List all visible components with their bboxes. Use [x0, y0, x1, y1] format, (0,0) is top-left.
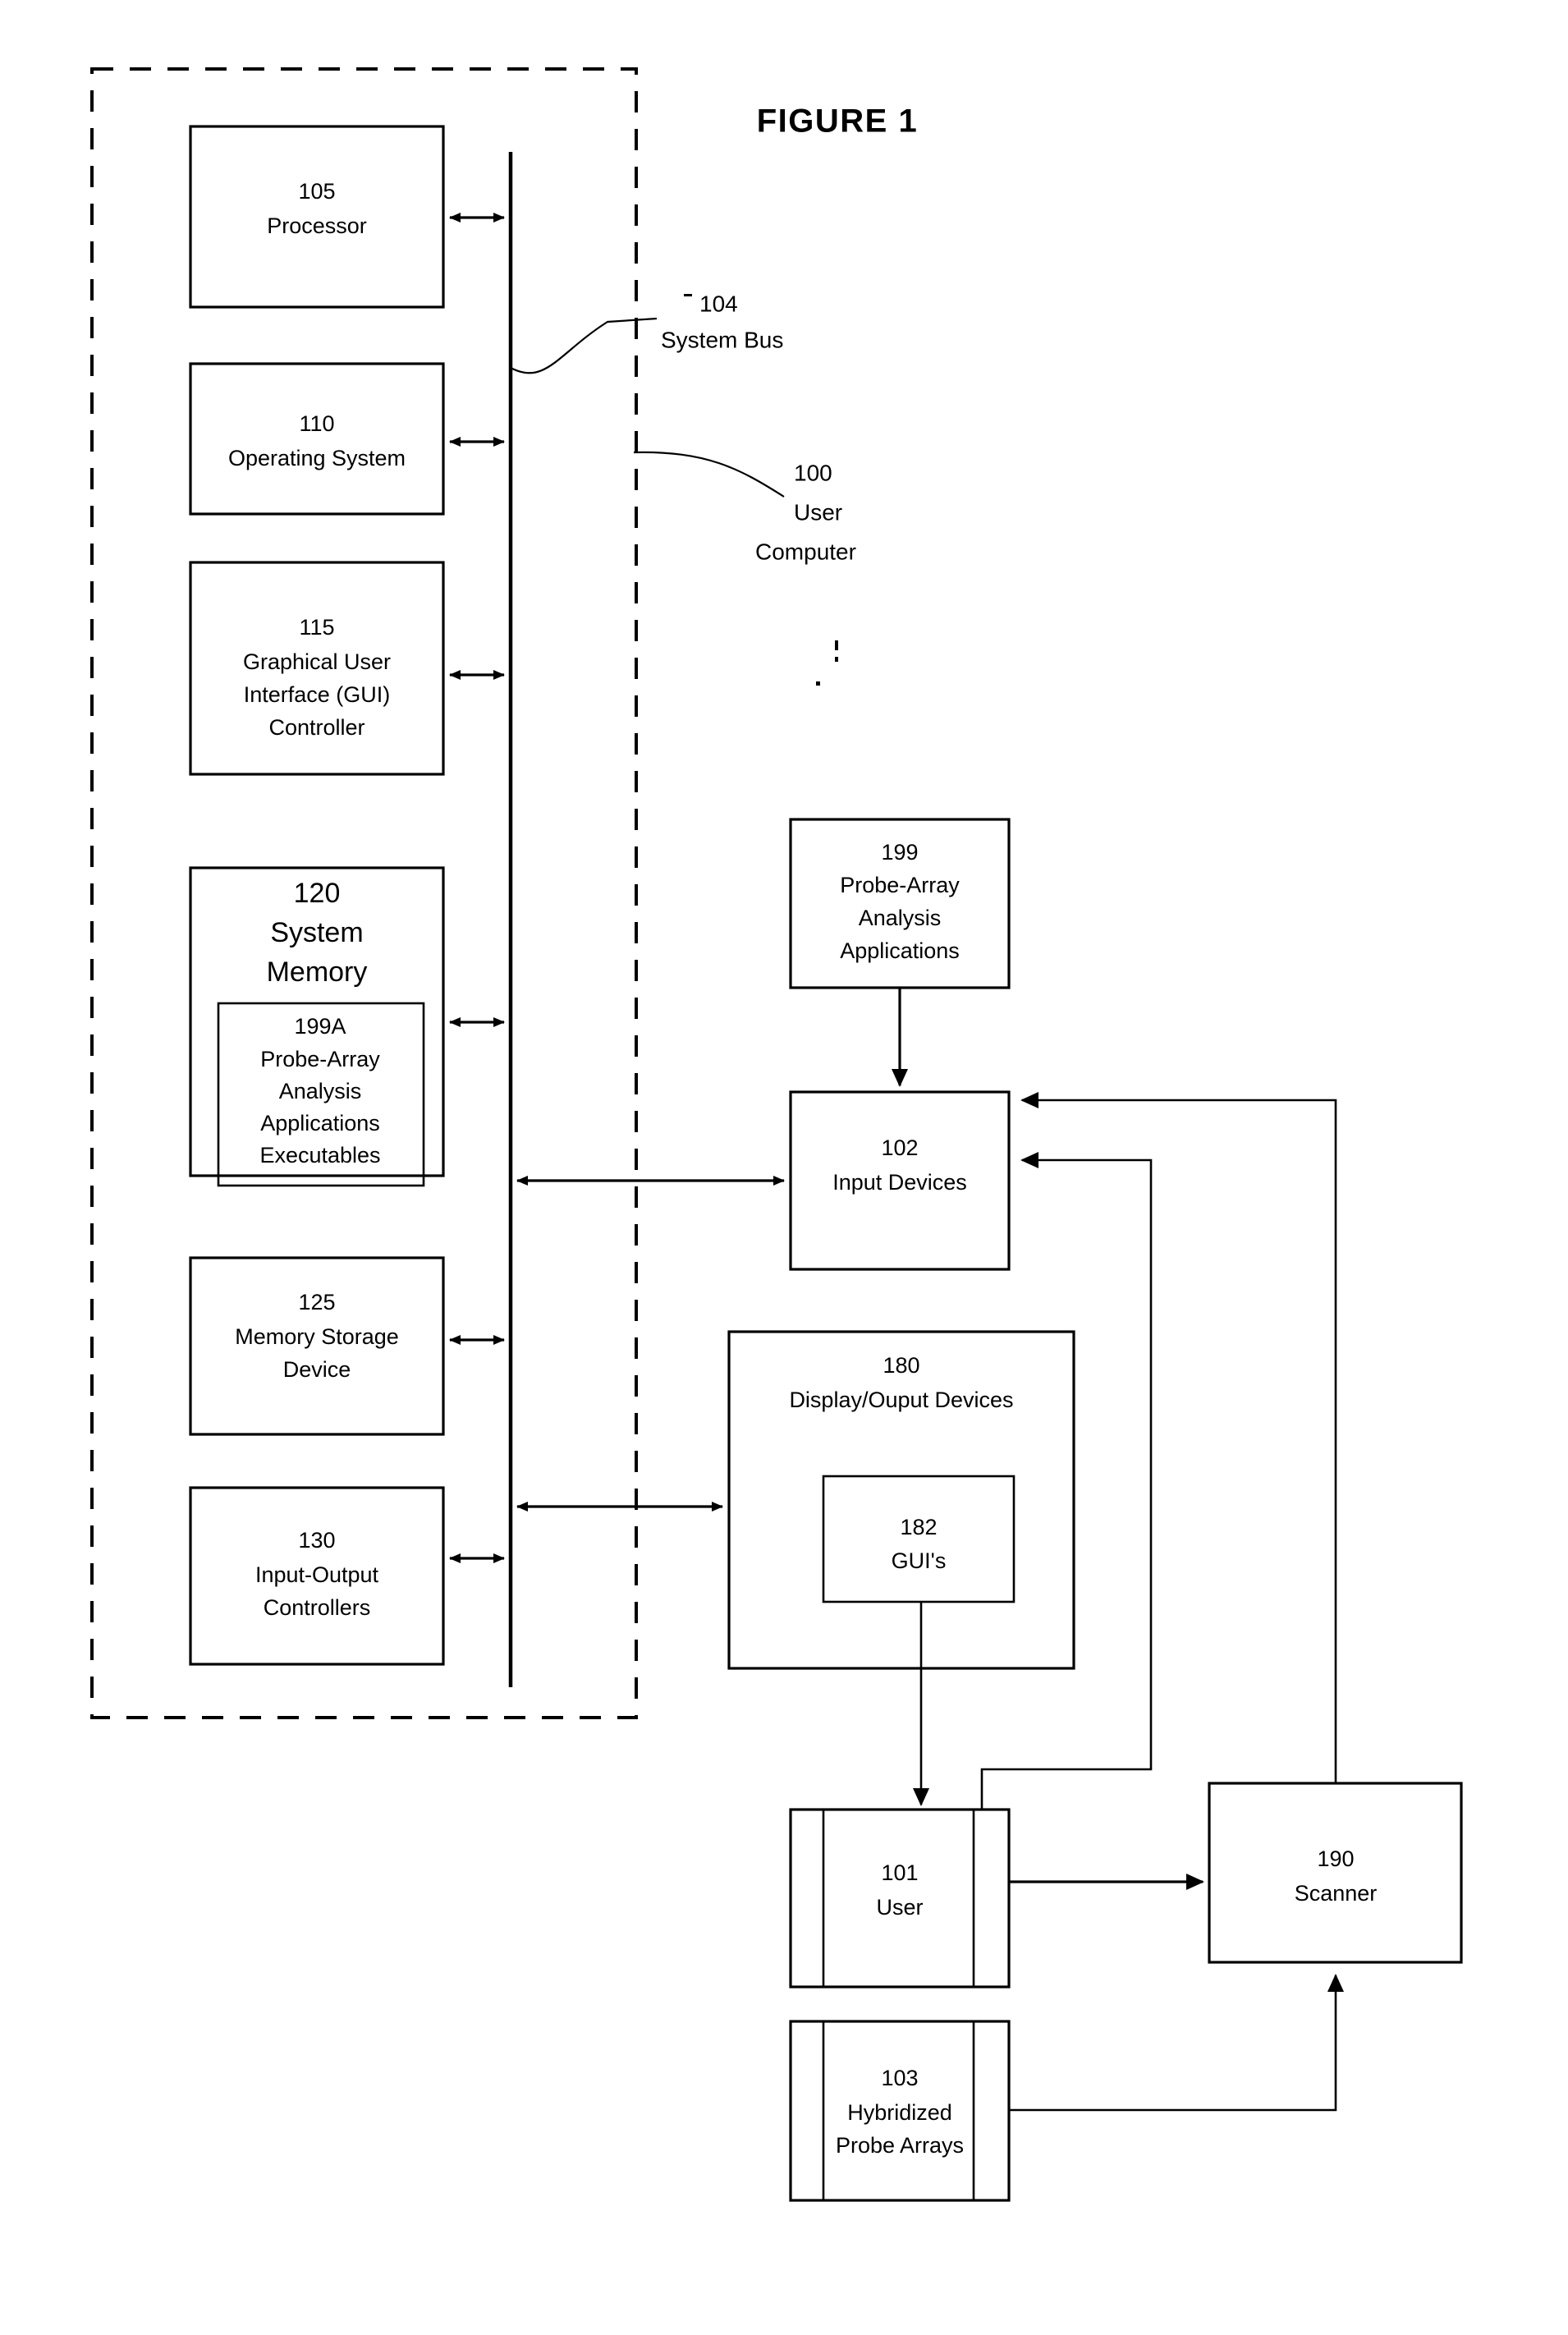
analysis-applications-line3: Applications [840, 938, 960, 963]
io-controllers-line1: Input-Output [255, 1562, 379, 1587]
user-computer-ref: 100 [794, 460, 832, 485]
guis-line1: GUI's [892, 1548, 947, 1573]
user-line1: User [876, 1895, 923, 1920]
scan-speck-a [835, 640, 838, 650]
system-memory-line1: System [270, 917, 363, 948]
display-output-ref: 180 [883, 1353, 919, 1378]
gui-controller-ref: 115 [299, 615, 334, 640]
apps-executables-ref: 199A [294, 1014, 346, 1039]
analysis-applications-line1: Probe-Array [840, 873, 960, 897]
input-devices-line1: Input Devices [832, 1170, 967, 1195]
scan-speck-d [684, 294, 692, 296]
hybridized-line1: Hybridized [847, 2100, 952, 2125]
apps-executables-line1: Probe-Array [260, 1047, 380, 1071]
io-controllers-ref: 130 [298, 1528, 335, 1553]
hybridized-to-scanner-path [1009, 1974, 1344, 2112]
figure-page: 105 Processor 110 Operating System 115 G… [0, 0, 1568, 2335]
block-scanner[interactable] [1208, 1782, 1463, 1964]
figure-title: FIGURE 1 [757, 103, 918, 140]
scan-speck-c [816, 681, 820, 686]
operating-system-ref: 110 [299, 411, 334, 436]
system-memory-ref: 120 [294, 878, 341, 909]
io-controllers-line2: Controllers [264, 1595, 371, 1620]
system-memory-line2: Memory [267, 956, 368, 988]
figure-1-diagram: 105 Processor 110 Operating System 115 G… [90, 67, 1463, 2202]
user-ref: 101 [881, 1860, 918, 1885]
guis-ref: 182 [900, 1515, 937, 1539]
user-computer-label-line1: User [794, 499, 842, 525]
operating-system-label: Operating System [228, 446, 406, 470]
processor-ref: 105 [298, 179, 335, 204]
block-display-output-devices[interactable] [727, 1330, 1075, 1670]
block-operating-system[interactable] [189, 362, 445, 516]
memory-storage-ref: 125 [298, 1290, 335, 1314]
apps-executables-line4: Executables [259, 1143, 380, 1168]
gui-controller-line1: Graphical User [243, 649, 391, 674]
analysis-applications-line2: Analysis [859, 906, 942, 930]
display-output-line1: Display/Ouput Devices [789, 1388, 1013, 1412]
apps-executables-line2: Analysis [279, 1079, 362, 1103]
analysis-applications-ref: 199 [881, 840, 918, 865]
memory-storage-line2: Device [283, 1357, 351, 1382]
processor-label: Processor [267, 213, 367, 238]
system-bus-ref: 104 [699, 291, 738, 316]
scanner-line1: Scanner [1295, 1881, 1378, 1906]
memory-storage-line1: Memory Storage [235, 1324, 399, 1349]
scanner-ref: 190 [1317, 1846, 1354, 1871]
apps-executables-line3: Applications [260, 1111, 380, 1135]
scan-speck-b [835, 657, 838, 662]
gui-controller-line3: Controller [268, 715, 364, 740]
input-devices-ref: 102 [881, 1135, 918, 1160]
user-computer-leader [633, 451, 785, 498]
hybridized-line2: Probe Arrays [836, 2133, 964, 2158]
gui-controller-line2: Interface (GUI) [244, 682, 391, 707]
user-computer-label-line2: Computer [755, 539, 856, 564]
system-bus-label: System Bus [661, 327, 783, 352]
hybridized-ref: 103 [881, 2066, 918, 2090]
